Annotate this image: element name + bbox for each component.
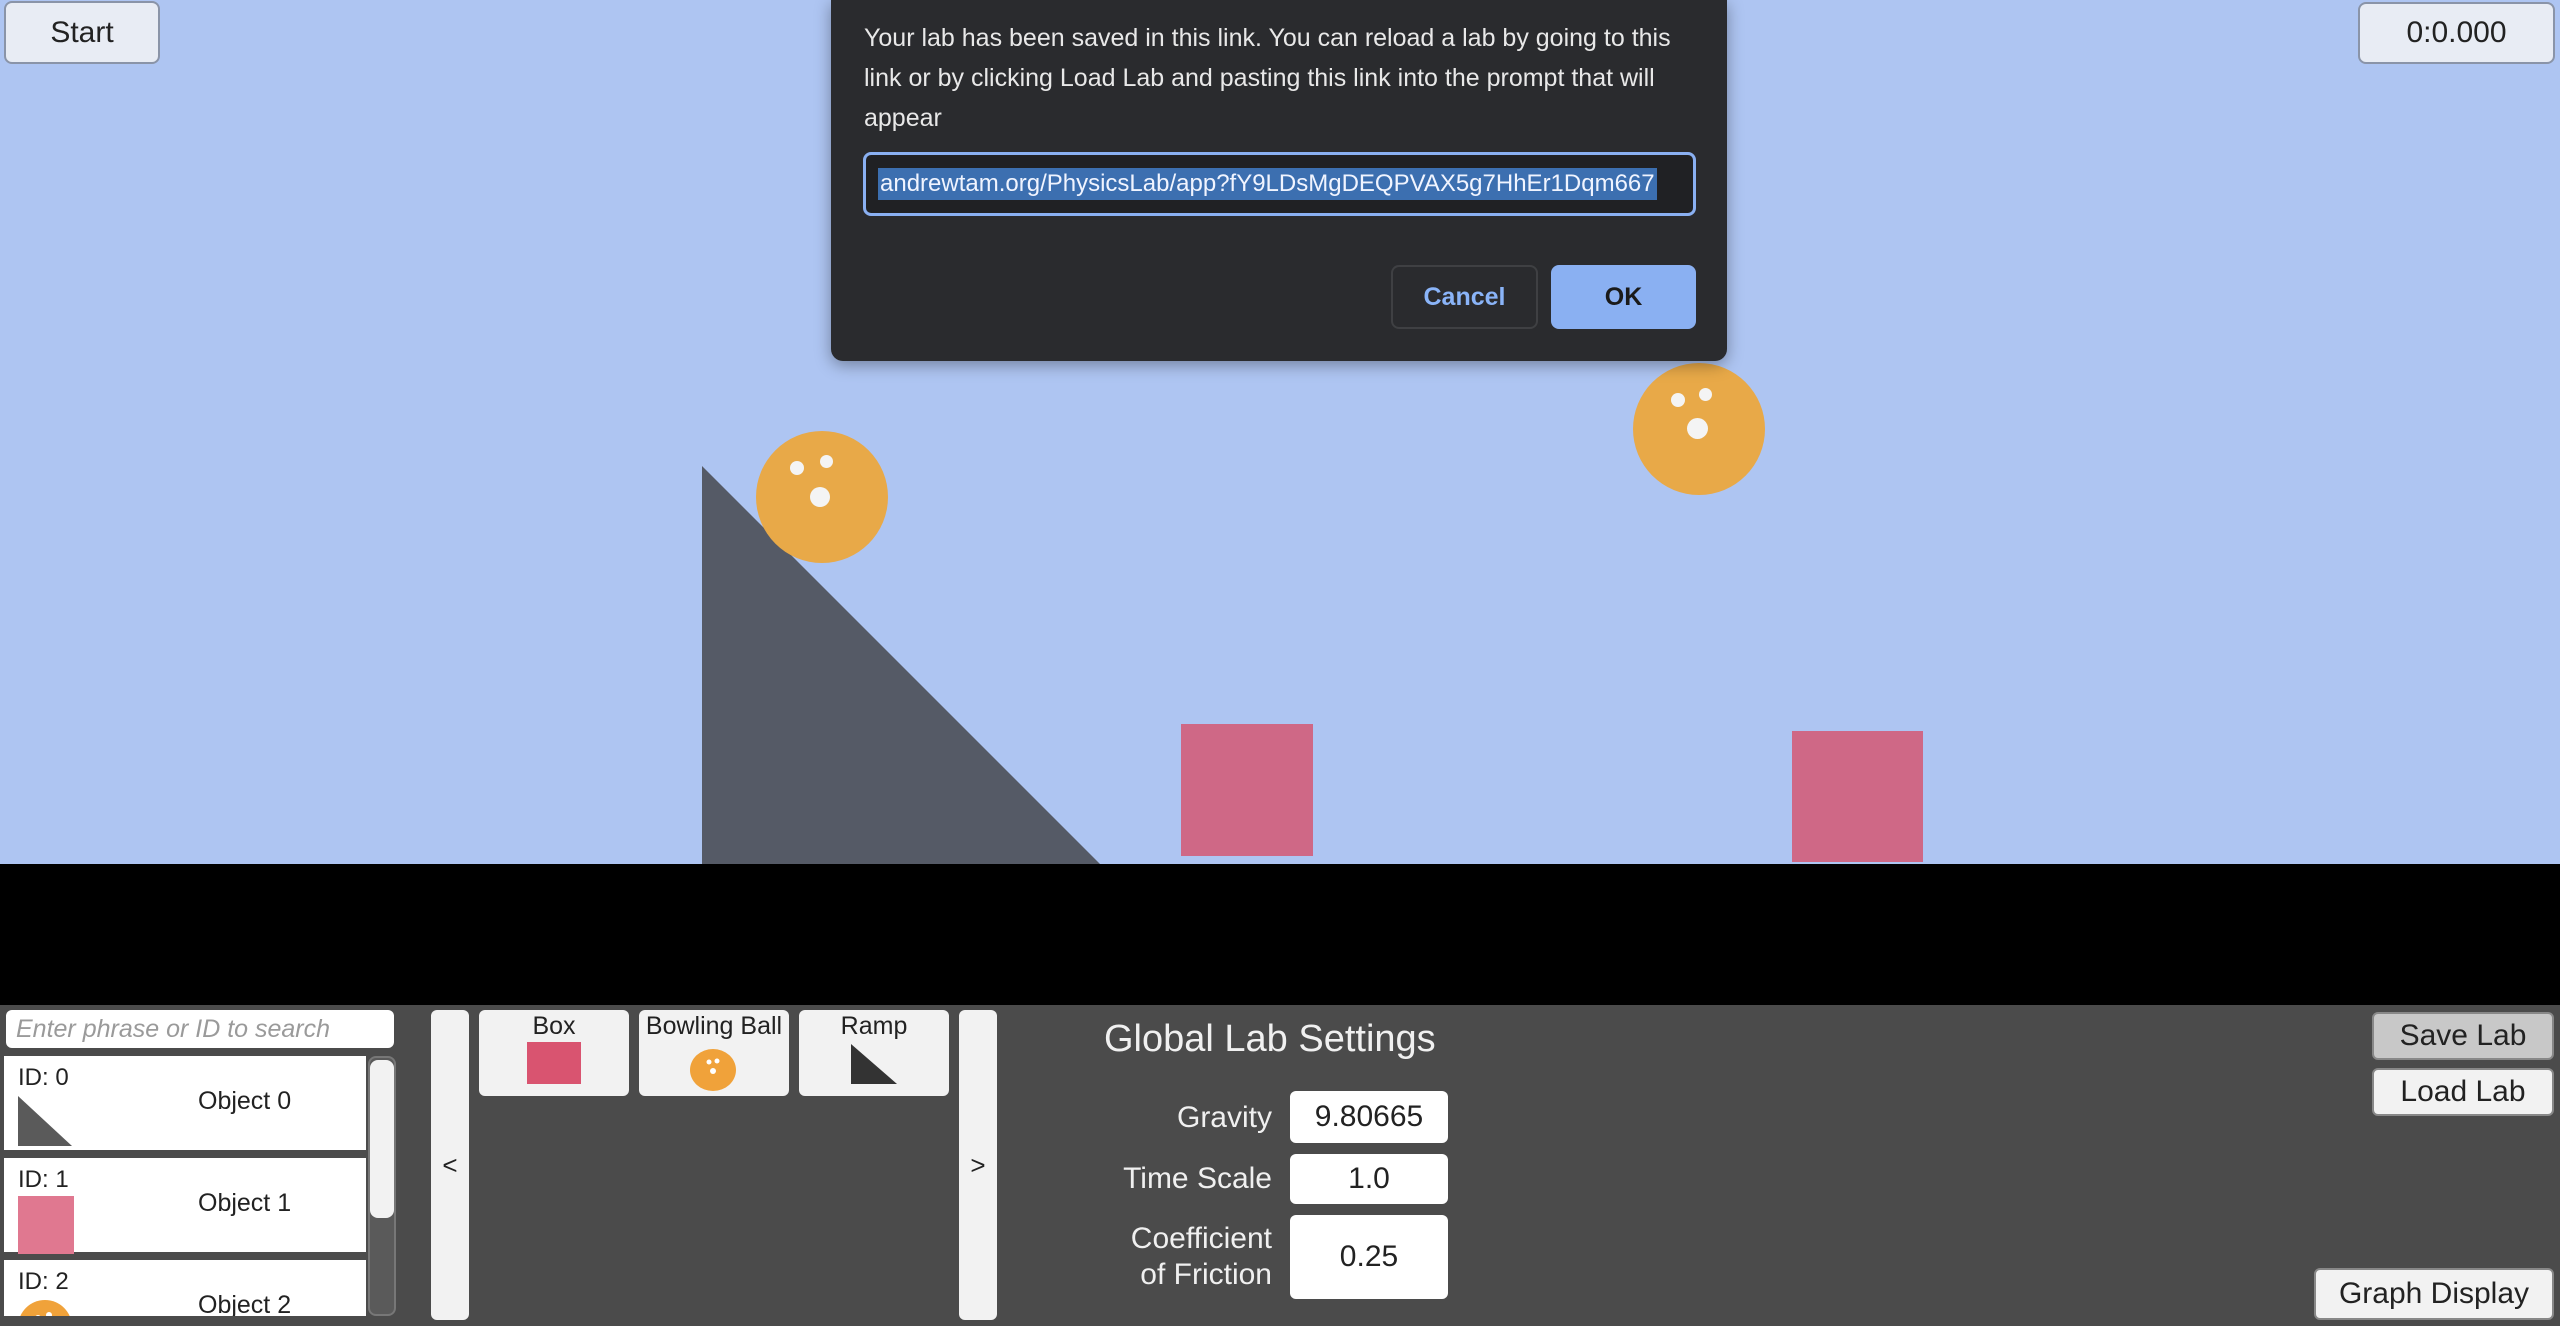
box-icon: [527, 1042, 581, 1084]
timer-display: 0:0.000: [2358, 2, 2555, 64]
object-name: Object 0: [198, 1087, 292, 1115]
time-scale-label: Time Scale: [1123, 1162, 1272, 1195]
palette-item-box[interactable]: Box: [479, 1010, 629, 1096]
settings-title: Global Lab Settings: [1104, 1018, 1436, 1060]
box-icon: [18, 1196, 74, 1254]
palette-item-label: Bowling Ball: [645, 1012, 783, 1040]
friction-field[interactable]: 0.25: [1290, 1215, 1448, 1299]
palette-item-ramp[interactable]: Ramp: [799, 1010, 949, 1096]
palette-item-bowling-ball[interactable]: Bowling Ball: [639, 1010, 789, 1096]
start-button[interactable]: Start: [4, 1, 160, 64]
palette-next-button[interactable]: >: [959, 1010, 997, 1320]
box-object[interactable]: [1792, 731, 1923, 862]
save-lab-button[interactable]: Save Lab: [2372, 1012, 2554, 1060]
scrollbar-thumb[interactable]: [370, 1060, 394, 1218]
list-item[interactable]: ID: 1 Object 1: [4, 1158, 366, 1254]
object-search: [6, 1010, 394, 1048]
list-item[interactable]: ID: 0 Object 0: [4, 1056, 366, 1150]
palette-prev-button[interactable]: <: [431, 1010, 469, 1320]
bowling-ball-icon: [690, 1049, 736, 1091]
ok-button[interactable]: OK: [1551, 265, 1696, 329]
gravity-field[interactable]: 9.80665: [1290, 1091, 1448, 1143]
object-id: ID: 2: [18, 1268, 69, 1295]
cancel-button[interactable]: Cancel: [1391, 265, 1538, 329]
graph-display-button[interactable]: Graph Display: [2314, 1268, 2554, 1320]
ramp-icon: [18, 1096, 72, 1146]
load-lab-button[interactable]: Load Lab: [2372, 1068, 2554, 1116]
link-field[interactable]: andrewtam.org/PhysicsLab/app?fY9LDsMgDEQ…: [863, 152, 1696, 216]
bowling-ball-icon: [20, 1300, 70, 1316]
dialog-message: Your lab has been saved in this link. Yo…: [864, 24, 1671, 132]
gravity-label: Gravity: [1176, 1101, 1272, 1134]
save-link-dialog: Your lab has been saved in this link. Yo…: [831, 0, 1727, 361]
list-item[interactable]: ID: 2 Object 2: [4, 1260, 366, 1316]
palette-item-label: Ramp: [840, 1012, 908, 1040]
friction-label-line2: of Friction: [1140, 1258, 1272, 1291]
palette-item-label: Box: [532, 1012, 576, 1040]
time-scale-field[interactable]: 1.0: [1290, 1154, 1448, 1204]
object-name: Object 2: [198, 1291, 292, 1316]
object-id: ID: 1: [18, 1166, 69, 1193]
box-object[interactable]: [1181, 724, 1313, 856]
link-text: andrewtam.org/PhysicsLab/app?fY9LDsMgDEQ…: [878, 168, 1657, 200]
ramp-icon: [851, 1044, 897, 1084]
bowling-ball-object[interactable]: [756, 431, 888, 563]
object-list: ID: 0 Object 0 ID: 1 Object 1 ID: 2 Obje…: [4, 1056, 366, 1316]
object-id: ID: 0: [18, 1064, 69, 1091]
search-input[interactable]: [14, 1013, 394, 1045]
object-name: Object 1: [198, 1189, 292, 1217]
ground: [0, 864, 2560, 1005]
bowling-ball-object[interactable]: [1633, 363, 1765, 495]
friction-label-line1: Coefficient: [1130, 1222, 1272, 1255]
